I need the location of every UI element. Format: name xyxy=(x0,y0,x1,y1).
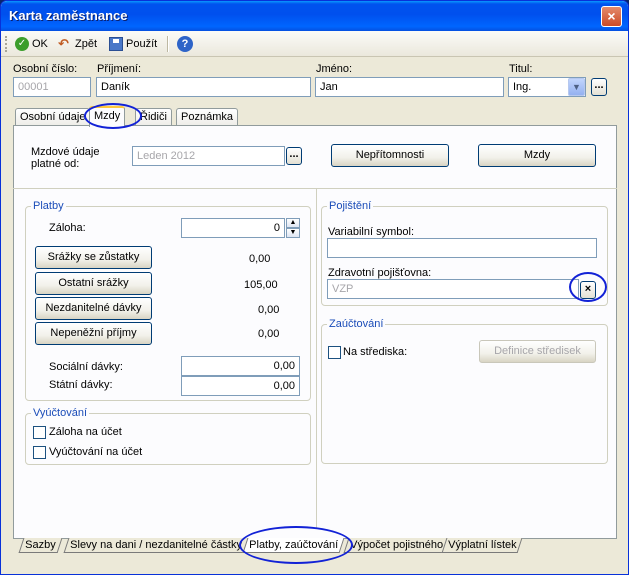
apply-label: Použít xyxy=(126,38,158,50)
non-cash-income-button[interactable]: Nepeněžní příjmy xyxy=(35,322,152,345)
bottom-tab-vyplatni-listek-label: Výplatní lístek xyxy=(448,539,517,551)
ok-label: OK xyxy=(32,38,48,50)
vertical-separator xyxy=(316,188,317,528)
valid-from-browse-button[interactable]: ... xyxy=(286,147,302,165)
state-benefits-label: Státní dávky: xyxy=(49,379,113,391)
settlement-to-account-label: Vyúčtování na účet xyxy=(49,446,143,458)
health-insurance-field[interactable]: VZP xyxy=(327,279,579,299)
back-label: Zpět xyxy=(75,38,98,50)
spin-up-icon[interactable]: ▲ xyxy=(286,218,300,228)
help-icon: ? xyxy=(177,36,193,52)
bottom-tab-vypocet-pojistneho[interactable]: Výpočet pojistného xyxy=(343,538,450,553)
valid-from-field[interactable]: Leden 2012 xyxy=(132,146,285,166)
bottom-tab-vyplatni-listek[interactable]: Výplatní lístek xyxy=(441,538,523,553)
first-name-label: Jméno: xyxy=(316,63,353,75)
define-cost-centers-button[interactable]: Definice středisek xyxy=(479,340,596,363)
social-benefits-field[interactable]: 0,00 xyxy=(181,356,300,376)
highlight-circle-platby-tab xyxy=(239,526,353,564)
settlement-group-title: Vyúčtování xyxy=(31,407,90,419)
other-deductions-button[interactable]: Ostatní srážky xyxy=(35,272,152,295)
window-title: Karta zaměstnance xyxy=(9,8,128,23)
deductions-balance-value: 0,00 xyxy=(249,253,271,265)
back-arrow-icon: ↶ xyxy=(58,36,69,51)
highlight-circle-clear-button xyxy=(569,272,607,302)
close-button[interactable]: × xyxy=(601,6,622,27)
non-cash-income-value: 0,00 xyxy=(258,328,280,340)
advance-to-account-label: Záloha na účet xyxy=(49,426,122,438)
social-benefits-label: Sociální dávky: xyxy=(49,361,123,373)
spin-down-icon[interactable]: ▼ xyxy=(286,228,300,238)
employee-card-window: Karta zaměstnance × ✓ OK ↶ Zpět Použít ?… xyxy=(0,0,629,575)
advance-spinner[interactable]: ▲ ▼ xyxy=(286,218,300,238)
health-insurance-label: Zdravotní pojišťovna: xyxy=(328,267,432,279)
settlement-to-account-checkbox[interactable] xyxy=(33,446,46,459)
absences-button[interactable]: Nepřítomnosti xyxy=(331,144,449,167)
advance-label: Záloha: xyxy=(49,222,86,234)
bottom-tab-vypocet-pojistneho-label: Výpočet pojistného xyxy=(350,539,444,551)
wages-button[interactable]: Mzdy xyxy=(478,144,596,167)
bottom-tab-sazby[interactable]: Sazby xyxy=(18,538,63,553)
title-bar: Karta zaměstnance × xyxy=(1,1,628,31)
title-combo-value: Ing. xyxy=(513,81,532,93)
ok-check-icon: ✓ xyxy=(15,37,29,51)
surname-field[interactable]: Daník xyxy=(96,77,311,97)
help-button[interactable]: ? xyxy=(177,35,193,53)
valid-from-label-line2: platné od: xyxy=(31,158,80,170)
title-label: Titul: xyxy=(509,63,533,75)
first-name-field[interactable]: Jan xyxy=(315,77,504,97)
highlight-circle-mzdy-tab xyxy=(84,103,142,129)
posting-group-title: Zaúčtování xyxy=(327,318,386,330)
surname-label: Příjmení: xyxy=(97,63,142,75)
bottom-tab-slevy[interactable]: Slevy na dani / nezdanitelné částky xyxy=(63,538,249,553)
bottom-tab-slevy-label: Slevy na dani / nezdanitelné částky xyxy=(70,539,242,551)
toolbar: ✓ OK ↶ Zpět Použít ? xyxy=(1,31,628,57)
title-browse-button[interactable]: ... xyxy=(591,78,607,96)
horizontal-separator xyxy=(13,188,617,189)
cost-centers-label: Na střediska: xyxy=(343,346,408,358)
variable-symbol-field[interactable] xyxy=(327,238,597,258)
state-benefits-field[interactable]: 0,00 xyxy=(181,376,300,396)
toolbar-grip xyxy=(5,36,8,52)
deductions-balance-button[interactable]: Srážky se zůstatky xyxy=(35,246,152,269)
title-combo-arrow-icon[interactable]: ▼ xyxy=(568,78,585,96)
bottom-tab-sazby-label: Sazby xyxy=(25,539,56,551)
apply-save-icon xyxy=(109,37,123,51)
toolbar-separator xyxy=(167,36,169,52)
advance-to-account-checkbox[interactable] xyxy=(33,426,46,439)
insurance-group-title: Pojištění xyxy=(327,200,374,212)
payments-group-title: Platby xyxy=(31,200,66,212)
personal-number-label: Osobní číslo: xyxy=(13,63,78,75)
ok-button[interactable]: ✓ OK xyxy=(15,35,48,53)
other-deductions-value: 105,00 xyxy=(244,279,278,291)
back-button[interactable]: ↶ Zpět xyxy=(58,35,97,53)
non-taxable-benefits-button[interactable]: Nezdanitelné dávky xyxy=(35,297,152,320)
variable-symbol-label: Variabilní symbol: xyxy=(328,226,414,238)
advance-field[interactable]: 0 xyxy=(181,218,285,238)
apply-button[interactable]: Použít xyxy=(109,35,157,53)
non-taxable-benefits-value: 0,00 xyxy=(258,304,280,316)
personal-number-field[interactable]: 00001 xyxy=(13,77,91,97)
cost-centers-checkbox[interactable] xyxy=(328,346,341,359)
valid-from-label-line1: Mzdové údaje xyxy=(31,146,100,158)
